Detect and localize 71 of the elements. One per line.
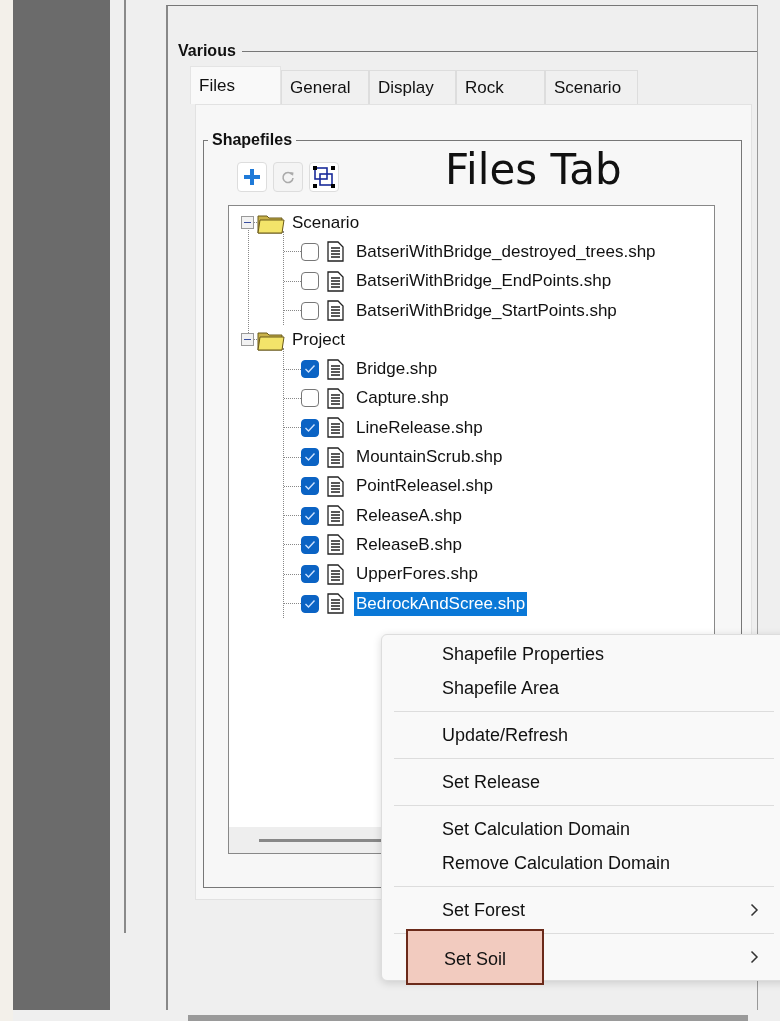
tree-item[interactable]: Bridge.shp [354,357,440,382]
document-icon [327,358,344,380]
document-icon [327,446,344,468]
menu-item[interactable]: Update/Refresh [406,718,605,752]
checkbox[interactable] [301,448,319,466]
select-frame-icon [311,164,337,190]
tree-item[interactable]: ReleaseB.shp [354,532,464,557]
checkbox[interactable] [301,360,319,379]
menu-item[interactable]: Remove Calculation Domain [406,846,707,880]
tab[interactable]: Scenario [545,70,638,104]
tab[interactable]: General [281,70,369,104]
checkbox[interactable] [301,565,319,584]
menu-item[interactable]: Shapefile Area [406,671,596,705]
check-icon [304,364,316,375]
document-icon [327,475,344,497]
check-icon [304,510,316,521]
tree-item[interactable]: UpperFores.shp [354,562,480,587]
tab[interactable]: Rock [456,70,545,104]
checkbox[interactable] [301,594,319,613]
add-button[interactable] [237,162,267,192]
document-icon [327,300,344,322]
menu-item[interactable]: Set Forest [406,893,562,927]
checkbox[interactable] [301,272,319,291]
document-icon [327,417,344,439]
plus-icon [243,168,261,186]
document-icon [327,593,344,614]
document-icon [327,387,344,409]
menu-item[interactable]: Set Release [406,765,577,799]
document-icon [327,505,344,527]
tree-item[interactable]: BatseriWithBridge_EndPoints.shp [354,269,614,294]
check-icon [304,481,316,492]
check-icon [304,452,316,462]
tree-item[interactable]: Scenario [290,210,362,235]
tree-item[interactable]: Project [290,327,347,352]
check-icon [304,569,316,580]
document-icon [327,563,344,585]
collapse-icon[interactable] [241,216,254,230]
document-icon [327,534,344,556]
checkbox[interactable] [301,477,319,496]
menu-item[interactable]: Set Soil [406,929,545,985]
check-icon [304,598,316,609]
menu-item[interactable]: Shapefile Properties [406,637,641,671]
checkbox[interactable] [301,535,319,554]
checkbox[interactable] [301,242,319,261]
tree-item[interactable]: ReleaseA.shp [354,503,464,528]
chevron-right-icon [750,950,759,964]
tree-item[interactable]: Capture.shp [354,386,451,411]
tree-item[interactable]: MountainScrub.shp [354,445,505,469]
document-icon [327,270,344,292]
tree-item[interactable]: BatseriWithBridge_StartPoints.shp [354,298,619,323]
checkbox[interactable] [301,389,319,408]
checkbox[interactable] [301,418,319,437]
tree-item[interactable]: BedrockAndScree.shp [354,591,528,616]
check-icon [304,422,316,433]
tree-item[interactable]: LineRelease.shp [354,415,485,440]
tab[interactable]: Files [190,66,281,104]
tree-item[interactable]: PointReleasel.shp [354,474,496,499]
group-title: Shapefiles [211,131,294,149]
tab[interactable]: Display [369,70,456,104]
tree-item[interactable]: BatseriWithBridge_destroyed_trees.shp [354,239,658,264]
chevron-right-icon [750,903,759,917]
check-icon [304,539,316,550]
collapse-icon[interactable] [241,333,254,347]
annotation-title: Files Tab [445,144,622,194]
menu-item[interactable]: Set Calculation Domain [406,812,667,846]
zoom-extent-button[interactable] [309,162,339,192]
checkbox[interactable] [301,506,319,525]
checkbox[interactable] [301,301,319,320]
document-icon [327,241,344,263]
refresh-icon [281,170,295,184]
group-title: Various [178,42,236,60]
